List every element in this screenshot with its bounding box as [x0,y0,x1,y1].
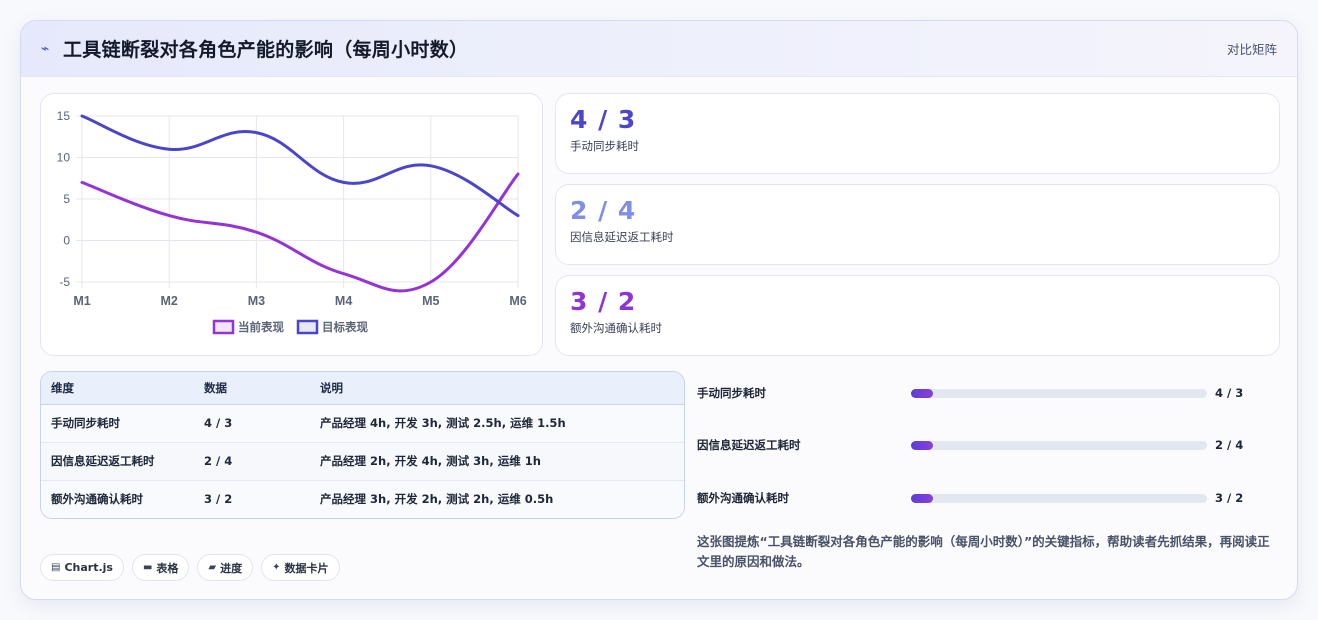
progress-fill [911,493,934,503]
table-header-description: 说明 [310,372,684,405]
chip-data-cards[interactable]: ✦ 数据卡片 [261,554,340,581]
line-chart: 15 10 5 0 -5M1 M2 M3 M4 M5 M6 当前表现 目标表现 [57,109,527,335]
table-header-row: 维度 数据 说明 [41,372,684,405]
chip-progress[interactable]: ▰ 进度 [197,554,254,581]
table-cell: 2 / 4 [194,442,310,481]
x-tick-label: M3 [248,294,265,308]
legend-swatch [296,319,319,335]
x-tick-label: M1 [73,294,90,308]
data-table-panel: 维度 数据 说明 手动同步耗时 4 / 3 产品经理 4h, 开发 3h, 测试… [40,371,685,519]
y-tick-label: 0 [63,234,70,248]
table-row: 额外沟通确认耗时 3 / 2 产品经理 3h, 开发 2h, 测试 2h, 运维… [41,480,684,518]
metric-value: 2 / 4 [570,196,637,225]
table-row: 因信息延迟返工耗时 2 / 4 产品经理 2h, 开发 4h, 测试 3h, 运… [41,442,684,481]
progress-label: 手动同步耗时 [697,386,766,400]
chip-label: Chart.js [64,561,113,574]
x-tick-label: M6 [509,294,526,308]
summary-caption: 这张图提炼“工具链断裂对各角色产能的影响（每周小时数）”的关键指标，帮助读者先抓… [697,534,1270,569]
chart-icon: ▤ [51,562,61,573]
y-tick-label: -5 [59,275,70,289]
title-wrap: ⌁ 工具链断裂对各角色产能的影响（每周小时数） [41,35,468,62]
chip-table[interactable]: ▬ 表格 [131,554,190,581]
progress-track [911,440,1207,450]
progress-row-rework: 因信息延迟返工耗时 2 / 4 [697,435,1287,455]
sparkle-icon: ✦ [272,562,281,573]
y-tick-label: 10 [57,151,71,165]
table-cell: 3 / 2 [194,480,310,518]
progress-fill [911,440,934,450]
progress-value: 2 / 4 [1215,438,1244,452]
chip-label: 表格 [156,561,179,575]
y-tick-label: 15 [57,109,71,123]
table-cell: 产品经理 4h, 开发 3h, 测试 2.5h, 运维 1.5h [310,404,684,443]
y-tick-label: 5 [63,192,70,206]
card-header: ⌁ 工具链断裂对各角色产能的影响（每周小时数） 对比矩阵 [21,21,1297,77]
chip-label: 进度 [220,561,243,575]
table-header-dimension: 维度 [41,372,194,405]
legend-swatch [212,319,235,335]
table-header-data: 数据 [194,372,310,405]
chip-chartjs[interactable]: ▤ Chart.js [40,554,124,581]
tag-chips: ▤ Chart.js ▬ 表格 ▰ 进度 ✦ 数据卡片 [40,554,340,581]
x-tick-label: M4 [335,294,352,308]
data-table: 维度 数据 说明 手动同步耗时 4 / 3 产品经理 4h, 开发 3h, 测试… [41,372,684,518]
chip-label: 数据卡片 [284,561,329,575]
table-cell: 产品经理 3h, 开发 2h, 测试 2h, 运维 0.5h [310,480,684,518]
progress-track [911,493,1207,503]
x-tick-label: M5 [422,294,439,308]
line-chart-panel: 15 10 5 0 -5 M1 M2 M3 M4 M5 M6 当前表现 目标表现 [40,93,543,356]
progress-row-manual-sync: 手动同步耗时 4 / 3 [697,383,1287,403]
metric-card-rework: 2 / 4 因信息延迟返工耗时 [555,184,1280,265]
progress-value: 4 / 3 [1215,386,1244,400]
metric-card-manual-sync: 4 / 3 手动同步耗时 [555,93,1280,174]
table-cell: 额外沟通确认耗时 [41,480,194,518]
lightning-icon: ⌁ [41,40,50,57]
progress-track [911,388,1207,398]
metric-value: 3 / 2 [570,287,637,316]
metric-card-communication: 3 / 2 额外沟通确认耗时 [555,275,1280,356]
x-tick-label: M2 [161,294,178,308]
series-line-current [80,172,520,293]
progress-label: 因信息延迟返工耗时 [697,438,801,452]
dashboard-card: ⌁ 工具链断裂对各角色产能的影响（每周小时数） 对比矩阵 15 10 5 0 -5 M1 M… [20,20,1298,600]
table-cell: 手动同步耗时 [41,404,194,443]
metric-label: 额外沟通确认耗时 [570,321,662,335]
progress-value: 3 / 2 [1215,491,1244,505]
table-cell: 4 / 3 [194,404,310,443]
legend-label: 目标表现 [322,320,368,334]
metric-value: 4 / 3 [570,105,637,134]
metric-label: 手动同步耗时 [570,139,639,153]
legend-label: 当前表现 [238,320,284,334]
table-cell: 产品经理 2h, 开发 4h, 测试 3h, 运维 1h [310,442,684,481]
table-cell: 因信息延迟返工耗时 [41,442,194,481]
table-row: 手动同步耗时 4 / 3 产品经理 4h, 开发 3h, 测试 2.5h, 运维… [41,404,684,443]
comparison-matrix-link[interactable]: 对比矩阵 [1227,39,1277,58]
page-title: 工具链断裂对各角色产能的影响（每周小时数） [63,39,469,61]
table-icon: ▬ [142,562,153,573]
progress-label: 额外沟通确认耗时 [697,491,789,505]
progress-row-communication: 额外沟通确认耗时 3 / 2 [697,488,1287,508]
progress-fill [911,388,934,398]
progress-icon: ▰ [208,562,217,573]
series-line-target [80,114,520,218]
metric-label: 因信息延迟返工耗时 [570,230,674,244]
